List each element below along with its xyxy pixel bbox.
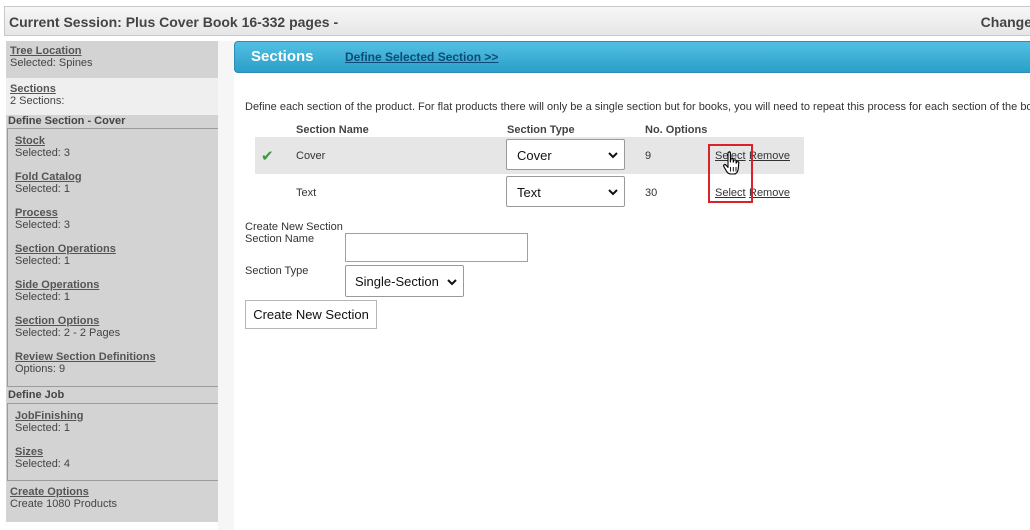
- column-header-section-type: Section Type: [507, 124, 575, 136]
- sidebar-item-sub: Create 1080 Products: [10, 498, 118, 510]
- column-header-no-options: No. Options: [645, 124, 708, 136]
- intro-text: Define each section of the product. For …: [245, 101, 1030, 113]
- sidebar-item-jobfinishing[interactable]: JobFinishing Selected: 1: [15, 410, 227, 434]
- remove-link[interactable]: Remove: [749, 150, 790, 162]
- section-type-value: Text: [517, 185, 541, 200]
- define-job-group: JobFinishing Selected: 1 Sizes Selected:…: [7, 403, 218, 481]
- section-name-input[interactable]: [345, 233, 528, 262]
- sidebar-item-label[interactable]: Stock: [15, 135, 227, 147]
- section-type-label: Section Type: [245, 265, 309, 277]
- sidebar-item-sub: Selected: 1: [15, 422, 71, 434]
- sidebar-item-sub: Selected: 4: [15, 458, 71, 470]
- session-bar: Current Session: Plus Cover Book 16-332 …: [4, 6, 1030, 36]
- sidebar-item-section-operations[interactable]: Section Operations Selected: 1: [15, 243, 227, 267]
- define-selected-section-link[interactable]: Define Selected Section >>: [345, 50, 498, 64]
- sidebar-item-label[interactable]: Sections: [10, 83, 218, 95]
- section-type-value: Cover: [517, 148, 552, 163]
- sidebar-item-sections[interactable]: Sections 2 Sections:: [6, 78, 218, 115]
- options-count-cell: 30: [645, 187, 658, 199]
- sidebar-item-label[interactable]: Fold Catalog: [15, 171, 227, 183]
- sidebar-item-stock[interactable]: Stock Selected: 3: [15, 135, 227, 159]
- sidebar-item-label[interactable]: Section Options: [15, 315, 227, 327]
- column-header-section-name: Section Name: [296, 124, 369, 136]
- sidebar-item-sub: 2 Sections:: [10, 95, 65, 107]
- define-section-heading: Define Section - Cover: [8, 115, 126, 127]
- define-job-heading: Define Job: [8, 389, 65, 401]
- sidebar-item-review-section-definitions[interactable]: Review Section Definitions Options: 9: [15, 351, 227, 375]
- sidebar-item-section-options[interactable]: Section Options Selected: 2 - 2 Pages: [15, 315, 227, 339]
- sidebar-item-label[interactable]: Side Operations: [15, 279, 227, 291]
- sidebar-item-process[interactable]: Process Selected: 3: [15, 207, 227, 231]
- sidebar-item-label[interactable]: Section Operations: [15, 243, 227, 255]
- new-section-type-value: Single-Section: [355, 274, 439, 289]
- sidebar-item-sub: Selected: Spines: [10, 57, 93, 69]
- sidebar-item-fold-catalog[interactable]: Fold Catalog Selected: 1: [15, 171, 227, 195]
- section-name-cell: Text: [296, 187, 317, 199]
- sections-header: Sections Define Selected Section >>: [234, 41, 1030, 73]
- sidebar-item-sub: Options: 9: [15, 363, 66, 375]
- section-type-select[interactable]: Text: [506, 176, 625, 207]
- sidebar-item-create-options[interactable]: Create Options Create 1080 Products: [6, 486, 218, 510]
- sidebar-item-sub: Selected: 3: [15, 219, 71, 231]
- sidebar-item-label[interactable]: Tree Location: [10, 45, 218, 57]
- chevron-down-icon: [608, 152, 618, 159]
- sidebar: Tree Location Selected: Spines Sections …: [6, 41, 218, 522]
- sidebar-item-tree-location[interactable]: Tree Location Selected: Spines: [6, 45, 218, 69]
- sidebar-item-label[interactable]: Sizes: [15, 446, 227, 458]
- new-section-type-select[interactable]: Single-Section: [345, 265, 464, 297]
- sidebar-item-side-operations[interactable]: Side Operations Selected: 1: [15, 279, 227, 303]
- sidebar-item-sub: Selected: 2 - 2 Pages: [15, 327, 121, 339]
- sidebar-item-sub: Selected: 1: [15, 255, 71, 267]
- section-name-cell: Cover: [296, 150, 326, 162]
- sidebar-item-sizes[interactable]: Sizes Selected: 4: [15, 446, 227, 470]
- check-icon: ✔: [261, 148, 274, 165]
- sidebar-item-sub: Selected: 1: [15, 183, 71, 195]
- sidebar-item-label[interactable]: Review Section Definitions: [15, 351, 227, 363]
- sidebar-item-sub: Selected: 1: [15, 291, 71, 303]
- page-title: Sections: [251, 48, 314, 65]
- section-name-label: Section Name: [245, 233, 315, 245]
- sidebar-item-sub: Selected: 3: [15, 147, 71, 159]
- change-session-link[interactable]: Change: [981, 14, 1030, 30]
- sidebar-item-label[interactable]: Process: [15, 207, 227, 219]
- hand-pointer-icon: [723, 151, 740, 175]
- gutter: [218, 41, 234, 530]
- sidebar-item-label[interactable]: JobFinishing: [15, 410, 227, 422]
- chevron-down-icon: [447, 279, 457, 286]
- define-section-group: Stock Selected: 3 Fold Catalog Selected:…: [7, 128, 218, 387]
- chevron-down-icon: [608, 189, 618, 196]
- remove-link[interactable]: Remove: [749, 187, 790, 199]
- create-new-section-button[interactable]: Create New Section: [245, 300, 377, 329]
- section-type-select[interactable]: Cover: [506, 139, 625, 170]
- options-count-cell: 9: [645, 150, 652, 162]
- create-section-heading: Create New Section: [245, 221, 343, 233]
- session-title: Current Session: Plus Cover Book 16-332 …: [9, 14, 339, 30]
- sidebar-item-label[interactable]: Create Options: [10, 486, 218, 498]
